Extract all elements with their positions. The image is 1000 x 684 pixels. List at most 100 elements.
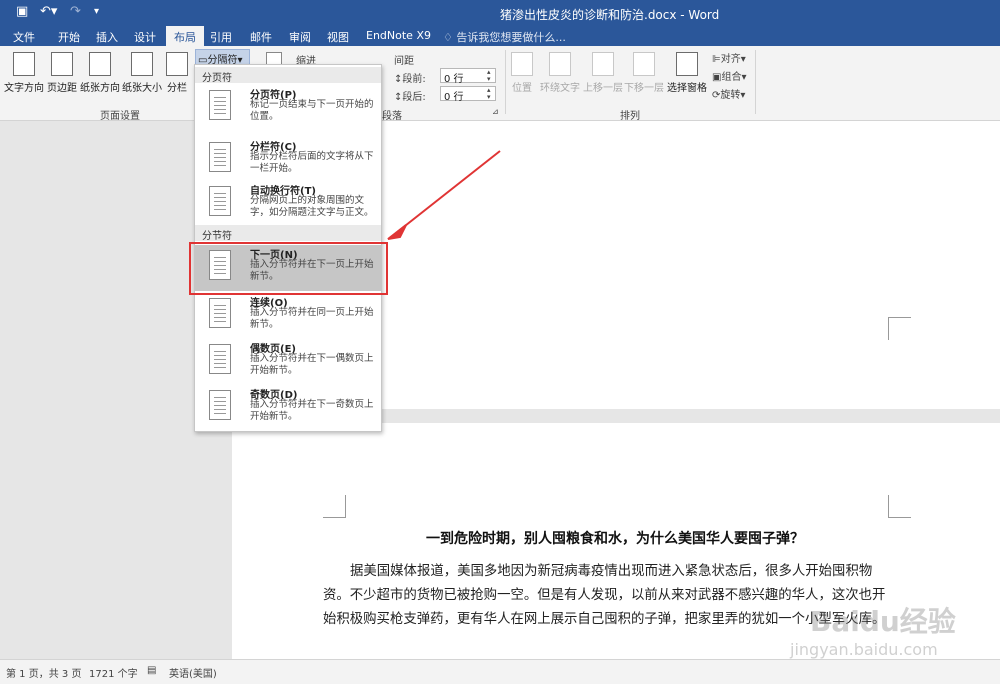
margin-corner-mark <box>888 317 911 340</box>
selection-pane-label: 选择窗格 <box>667 83 707 94</box>
text-direction-label: 文字方向 <box>4 83 44 94</box>
space-after-text: 段后: <box>402 92 426 103</box>
tab-design[interactable]: 设计 <box>134 29 156 45</box>
even-page-item[interactable]: 偶数页(E) 插入分节符并在下一偶数页上开始新节。 <box>195 339 381 385</box>
page-count[interactable]: 第 1 页，共 3 页 <box>6 665 81 680</box>
space-before-text: 段前: <box>402 74 426 85</box>
paper-size-icon <box>131 52 153 76</box>
space-before-label: ↕段前: <box>394 70 426 85</box>
text-wrapping-break-item[interactable]: 自动换行符(T) 分隔网页上的对象周围的文字，如分隔题注文字与正文。 <box>195 181 381 227</box>
space-after-input[interactable]: 0 行 <box>440 86 496 103</box>
save-icon[interactable]: ▣ <box>16 4 28 19</box>
align-label: 对齐 <box>720 54 741 65</box>
status-bar: 第 1 页，共 3 页 1721 个字 ▤ 英语(美国) <box>0 659 1000 684</box>
margins-icon <box>51 52 73 76</box>
title-bar: ▣ ↶▾ ↷ ▾ 猪渗出性皮炎的诊断和防治.docx - Word <box>0 0 1000 26</box>
wrap-text-label: 环绕文字 <box>540 83 580 94</box>
language[interactable]: 英语(美国) <box>169 665 217 680</box>
arrow-head <box>387 224 407 240</box>
annotation-arrow <box>387 150 501 240</box>
column-break-item[interactable]: 分栏符(C) 指示分栏符后面的文字将从下一栏开始。 <box>195 137 381 183</box>
orientation-label: 纸张方向 <box>80 83 120 94</box>
space-after-label: ↕段后: <box>394 88 426 103</box>
spacing-label: 间距 <box>394 56 414 67</box>
rotate-button[interactable]: ⟳旋转▾ <box>712 86 745 101</box>
even-page-icon <box>209 344 231 374</box>
send-backward-button[interactable]: 下移一层 <box>624 52 664 94</box>
text-wrapping-break-desc: 分隔网页上的对象周围的文字，如分隔题注文字与正文。 <box>250 195 374 218</box>
columns-icon <box>166 52 188 76</box>
tab-insert[interactable]: 插入 <box>96 29 118 45</box>
page-break-item[interactable]: 分页符(P) 标记一页结束与下一页开始的位置。 <box>195 85 381 131</box>
tell-me-box[interactable]: ♢ 告诉我您想要做什么... <box>443 29 566 45</box>
word-count[interactable]: 1721 个字 <box>89 665 138 680</box>
group-separator <box>505 50 506 114</box>
section-breaks-header: 分节符 <box>195 225 381 242</box>
text-direction-icon <box>13 52 35 76</box>
group-button[interactable]: ▣组合▾ <box>712 68 746 83</box>
wrap-text-button[interactable]: 环绕文字 <box>539 52 581 94</box>
tab-review[interactable]: 审阅 <box>289 29 311 45</box>
column-break-desc: 指示分栏符后面的文字将从下一栏开始。 <box>250 151 374 174</box>
watermark: Baidu经验 jingyan.baidu.com <box>770 600 1000 660</box>
odd-page-icon <box>209 390 231 420</box>
ribbon-tabs: 文件 开始 插入 设计 布局 引用 邮件 审阅 视图 EndNote X9 ♢ … <box>0 26 1000 46</box>
group-separator <box>755 50 756 114</box>
send-backward-label: 下移一层 <box>624 83 664 94</box>
paragraph-group-label: 段落 <box>382 111 402 122</box>
lightbulb-icon: ♢ <box>443 31 457 44</box>
size-button[interactable]: 纸张大小 <box>121 52 163 94</box>
position-button[interactable]: 位置 <box>511 52 533 94</box>
tab-layout[interactable]: 布局 <box>166 26 204 46</box>
selection-pane-button[interactable]: 选择窗格 <box>666 52 708 94</box>
group-label: 组合 <box>721 72 742 83</box>
proofing-icon[interactable]: ▤ <box>147 665 156 676</box>
orientation-icon <box>89 52 111 76</box>
tab-endnote[interactable]: EndNote X9 <box>366 29 431 42</box>
tell-me-text: 告诉我您想要做什么... <box>456 31 566 44</box>
page-breaks-header: 分页符 <box>195 67 381 84</box>
odd-page-item[interactable]: 奇数页(D) 插入分节符并在下一奇数页上开始新节。 <box>195 385 381 431</box>
chevron-down-icon: ▾ <box>740 54 746 65</box>
ribbon: 文字方向 页边距 纸张方向 纸张大小 分栏 ▭分隔符▾ 页面设置 缩进 间距 ↕… <box>0 46 1000 122</box>
watermark-logo: Baidu经验 <box>810 605 956 638</box>
wrap-text-icon <box>549 52 571 76</box>
tab-references[interactable]: 引用 <box>210 29 232 45</box>
paragraph-launcher-icon[interactable]: ⊿ <box>492 107 499 116</box>
arrange-group-label: 排列 <box>620 111 640 122</box>
orientation-button[interactable]: 纸张方向 <box>79 52 121 94</box>
chevron-down-icon: ▾ <box>741 72 747 83</box>
selection-pane-icon <box>676 52 698 76</box>
document-title: 一到危险时期，别人囤粮食和水，为什么美国华人要囤子弹？ <box>426 531 804 547</box>
window-title: 猪渗出性皮炎的诊断和防治.docx - Word <box>500 8 720 22</box>
column-break-icon <box>209 142 231 172</box>
tab-file[interactable]: 文件 <box>13 29 35 45</box>
margin-corner-mark <box>888 495 911 518</box>
customize-qat-icon[interactable]: ▾ <box>94 6 99 17</box>
space-before-input[interactable]: 0 行 <box>440 68 496 85</box>
tab-home[interactable]: 开始 <box>58 29 80 45</box>
bring-forward-button[interactable]: 上移一层 <box>583 52 623 94</box>
align-button[interactable]: ⊫对齐▾ <box>712 50 746 65</box>
tab-mailings[interactable]: 邮件 <box>250 29 272 45</box>
columns-label: 分栏 <box>167 83 187 94</box>
arrow-shaft <box>395 150 501 234</box>
annotation-highlight-box <box>189 242 388 295</box>
redo-icon[interactable]: ↷ <box>70 4 81 19</box>
text-direction-button[interactable]: 文字方向 <box>4 52 44 94</box>
bring-forward-label: 上移一层 <box>583 83 623 94</box>
margin-corner-mark <box>323 495 346 518</box>
page-setup-group-label: 页面设置 <box>100 111 140 122</box>
page-break-icon <box>209 90 231 120</box>
columns-button[interactable]: 分栏 <box>166 52 188 94</box>
tab-view[interactable]: 视图 <box>327 29 349 45</box>
continuous-item[interactable]: 连续(O) 插入分节符并在同一页上开始新节。 <box>195 293 381 339</box>
send-backward-icon <box>633 52 655 76</box>
breaks-button[interactable]: ▭分隔符▾ <box>195 49 250 66</box>
align-icon: ⊫ <box>712 54 721 65</box>
position-icon <box>511 52 533 76</box>
chevron-down-icon: ▾ <box>740 90 746 101</box>
margins-button[interactable]: 页边距 <box>46 52 78 94</box>
undo-icon[interactable]: ↶▾ <box>40 4 57 19</box>
bring-forward-icon <box>592 52 614 76</box>
